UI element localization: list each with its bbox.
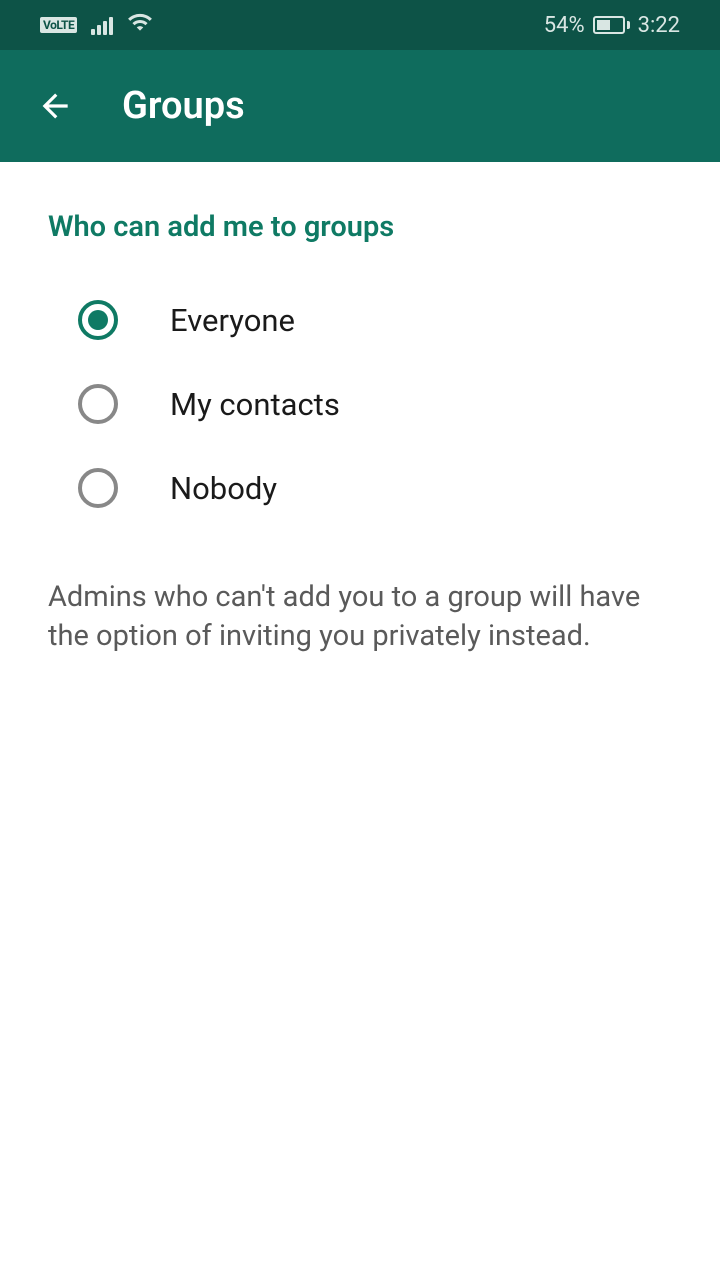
radio-label: Nobody [170, 470, 277, 507]
status-bar: VoLTE 54% 3:22 [0, 0, 720, 50]
radio-option-everyone[interactable]: Everyone [48, 278, 672, 362]
radio-icon [78, 300, 118, 340]
status-right: 54% 3:22 [544, 13, 680, 38]
content-area: Who can add me to groups Everyone My con… [0, 162, 720, 656]
radio-option-my-contacts[interactable]: My contacts [48, 362, 672, 446]
page-title: Groups [122, 84, 245, 128]
status-left: VoLTE [40, 9, 153, 41]
battery-percent: 54% [544, 13, 585, 38]
app-bar: Groups [0, 50, 720, 162]
radio-label: Everyone [170, 302, 295, 339]
signal-icon [91, 15, 113, 35]
radio-label: My contacts [170, 386, 340, 423]
radio-icon [78, 384, 118, 424]
radio-option-nobody[interactable]: Nobody [48, 446, 672, 530]
wifi-icon [127, 9, 153, 41]
section-title: Who can add me to groups [48, 210, 672, 244]
description-text: Admins who can't add you to a group will… [48, 578, 672, 656]
radio-icon [78, 468, 118, 508]
battery-icon [593, 16, 630, 34]
arrow-left-icon [36, 87, 74, 125]
clock-time: 3:22 [638, 13, 680, 38]
volte-badge: VoLTE [40, 17, 77, 33]
back-button[interactable] [36, 87, 74, 125]
